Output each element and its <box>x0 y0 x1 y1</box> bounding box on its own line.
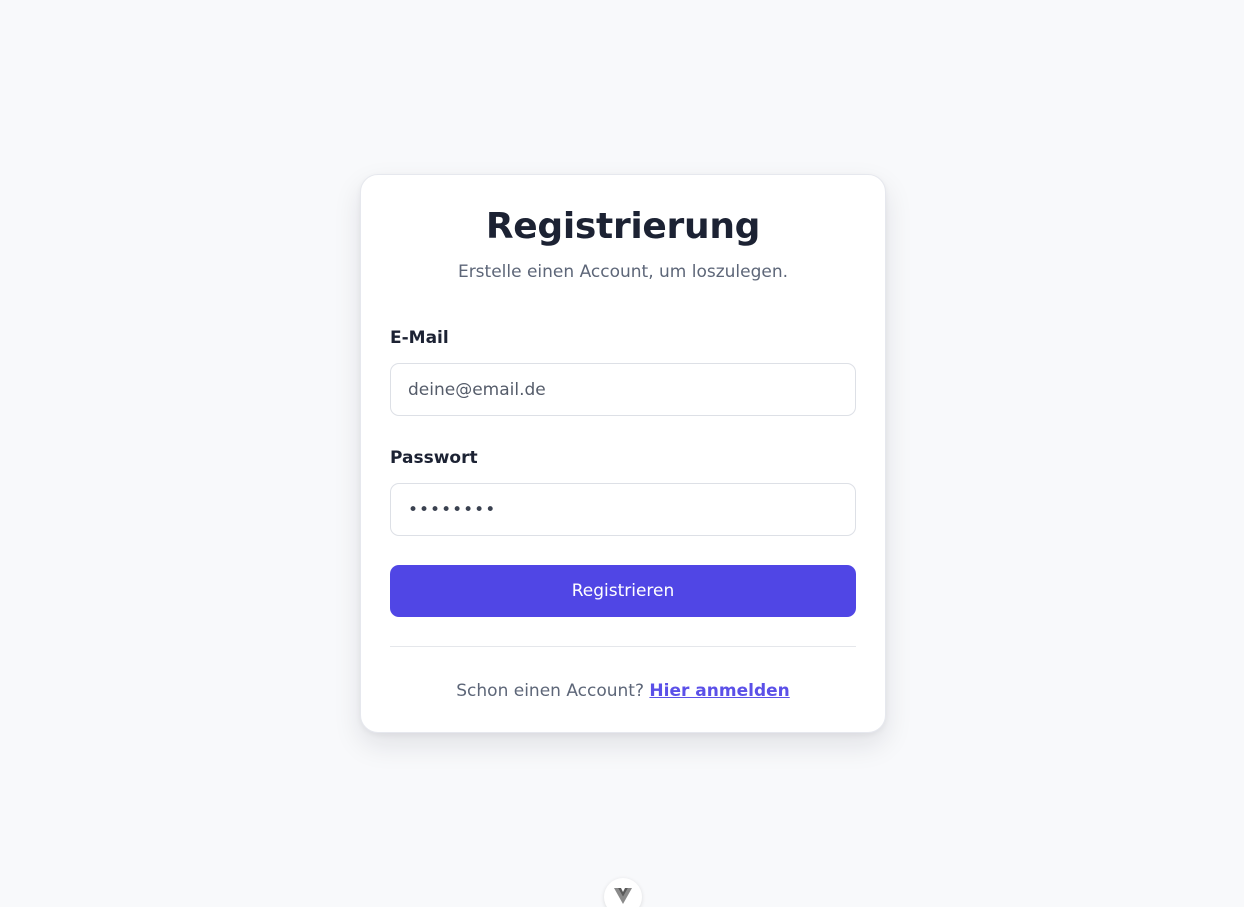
divider <box>390 646 856 647</box>
page-subtitle: Erstelle einen Account, um loszulegen. <box>457 262 789 282</box>
registration-card: Registrierung Erstelle einen Account, um… <box>360 174 886 733</box>
page-title: Registrierung <box>485 206 761 247</box>
email-label: E-Mail <box>390 328 449 348</box>
vue-logo-icon <box>614 888 632 904</box>
login-prompt: Schon einen Account? Hier anmelden <box>390 680 856 702</box>
password-field[interactable] <box>390 483 856 536</box>
vue-devtools-button[interactable] <box>604 878 642 907</box>
email-field[interactable] <box>390 363 856 416</box>
login-prompt-text: Schon einen Account? <box>456 681 650 701</box>
password-label: Passwort <box>390 448 478 468</box>
login-link[interactable]: Hier anmelden <box>649 681 789 701</box>
register-button[interactable]: Registrieren <box>390 565 856 617</box>
page: Registrierung Erstelle einen Account, um… <box>0 0 1244 907</box>
